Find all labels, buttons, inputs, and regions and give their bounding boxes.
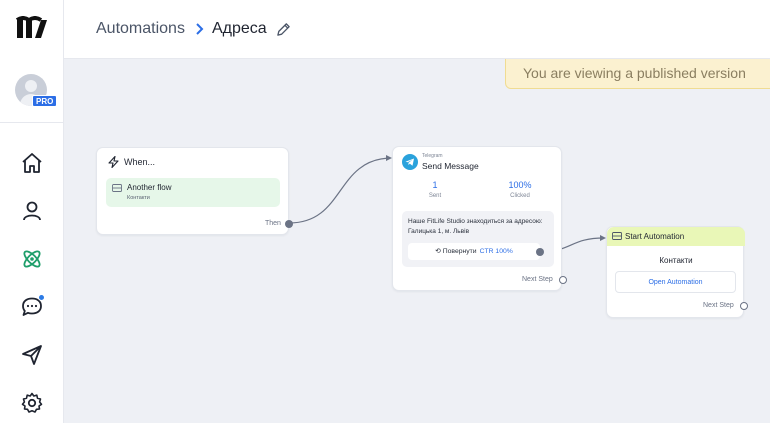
flow-card-icon [612, 232, 622, 240]
node-title: Send Message [422, 161, 479, 171]
published-version-banner: You are viewing a published version [505, 59, 770, 89]
then-output-port[interactable] [285, 220, 293, 228]
trigger-item-title: Another flow [127, 183, 172, 192]
stat-sent: 1 Sent [405, 180, 465, 199]
message-button-label: ⟲ Повернути [435, 248, 477, 255]
message-preview[interactable]: Наше FitLife Studio знаходиться за адрес… [402, 211, 554, 267]
lightning-icon [108, 156, 119, 168]
start-automation-title: Start Automation [625, 232, 685, 241]
nav-chats[interactable] [20, 294, 45, 319]
trigger-item-another-flow[interactable]: Another flow Контакти [106, 178, 280, 207]
open-automation-button[interactable]: Open Automation [615, 271, 736, 293]
stat-clicked: 100% Clicked [490, 180, 550, 199]
next-step-port[interactable] [740, 302, 748, 310]
telegram-icon [402, 154, 418, 170]
nav-settings[interactable] [20, 391, 44, 415]
nav-home[interactable] [20, 151, 44, 175]
clicked-label: Clicked [510, 193, 530, 199]
nav-broadcasts[interactable] [20, 343, 44, 367]
flow-card-icon [112, 184, 122, 192]
sent-label: Sent [428, 193, 442, 199]
message-text: Наше FitLife Studio знаходиться за адрес… [408, 218, 543, 235]
top-header: Automations Адреса [64, 0, 770, 59]
button-output-port[interactable] [536, 248, 544, 256]
start-automation-header: Start Automation [607, 227, 745, 246]
chevron-right-icon [196, 23, 204, 35]
target-flow-name: Контакти [659, 256, 693, 265]
user-icon [23, 201, 41, 221]
nav-automations[interactable] [20, 247, 44, 271]
automation-icon [23, 250, 41, 268]
sidebar-divider [0, 122, 64, 123]
pencil-icon[interactable] [276, 22, 291, 37]
next-step-label: Next Step [703, 302, 734, 309]
app-logo[interactable] [15, 16, 49, 42]
sidebar: PRO [0, 0, 64, 423]
clicked-value: 100% [508, 180, 532, 190]
gear-icon [21, 392, 43, 413]
notification-dot [38, 294, 45, 301]
sent-value: 1 [432, 180, 438, 190]
page-title: Адреса [211, 20, 267, 37]
breadcrumb: Automations Адреса [96, 19, 291, 39]
breadcrumb-automations-link[interactable]: Automations [96, 20, 185, 38]
pro-badge: PRO [32, 95, 58, 107]
trigger-item-subtitle: Контакти [127, 195, 150, 201]
trigger-node[interactable]: When... Another flow Контакти Then [96, 147, 293, 235]
wire-trigger-to-telegram [288, 157, 391, 224]
trigger-title: When... [124, 157, 156, 167]
start-automation-node[interactable]: Start Automation Контакти Open Automatio… [606, 226, 748, 318]
message-button-ctr: CTR 100% [479, 248, 513, 255]
home-icon [22, 153, 42, 173]
next-step-port[interactable] [559, 276, 567, 284]
then-label: Then [265, 220, 281, 227]
telegram-send-message-node[interactable]: Telegram Send Message 1 Sent 100% Clicke… [392, 146, 567, 291]
trigger-header: When... [108, 156, 155, 168]
message-button-return[interactable]: ⟲ Повернути CTR 100% [408, 243, 540, 260]
send-icon [22, 345, 42, 365]
node-channel-label: Telegram [422, 153, 443, 159]
account-avatar[interactable]: PRO [15, 74, 58, 110]
nav-contacts[interactable] [20, 199, 44, 223]
next-step-label: Next Step [522, 276, 553, 283]
